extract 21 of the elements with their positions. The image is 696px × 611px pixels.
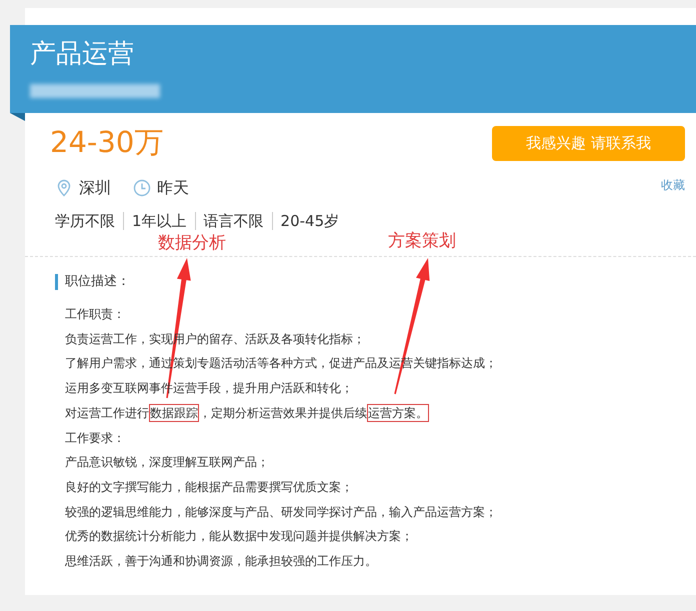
requirement: 1年以上	[132, 212, 187, 230]
post-date: 昨天	[157, 178, 189, 198]
requirement: 语言不限	[204, 212, 264, 230]
description-line: 良好的文字撰写能力，能根据产品需要撰写优质文案；	[65, 480, 353, 494]
description-line: 工作要求：	[65, 430, 125, 445]
description-line: 较强的逻辑思维能力，能够深度与产品、研发同学探讨产品，输入产品运营方案；	[65, 504, 497, 519]
requirement: 学历不限	[55, 212, 115, 230]
description-line: 优秀的数据统计分析能力，能从数据中发现问题并提供解决方案；	[65, 529, 413, 544]
annotation-label: 数据分析	[158, 233, 226, 253]
apply-button[interactable]: 我感兴趣 请联系我	[492, 126, 685, 161]
salary: 24-30万	[50, 124, 164, 161]
section-heading: 职位描述：	[55, 274, 130, 290]
city: 深圳	[79, 178, 111, 198]
annotation-label: 方案策划	[388, 231, 456, 251]
favorite-link[interactable]: 收藏	[661, 178, 685, 192]
description-line: 对运营工作进行数据跟踪，定期分析运营效果并提供后续运营方案。	[65, 404, 429, 422]
description-line: 思维活跃，善于沟通和协调资源，能承担较强的工作压力。	[65, 554, 377, 568]
job-title: 产品运营	[30, 38, 134, 71]
requirement: 20-45岁	[280, 212, 340, 230]
description-line: 工作职责：	[65, 307, 125, 321]
description-line: 产品意识敏锐，深度理解互联网产品；	[65, 455, 269, 470]
